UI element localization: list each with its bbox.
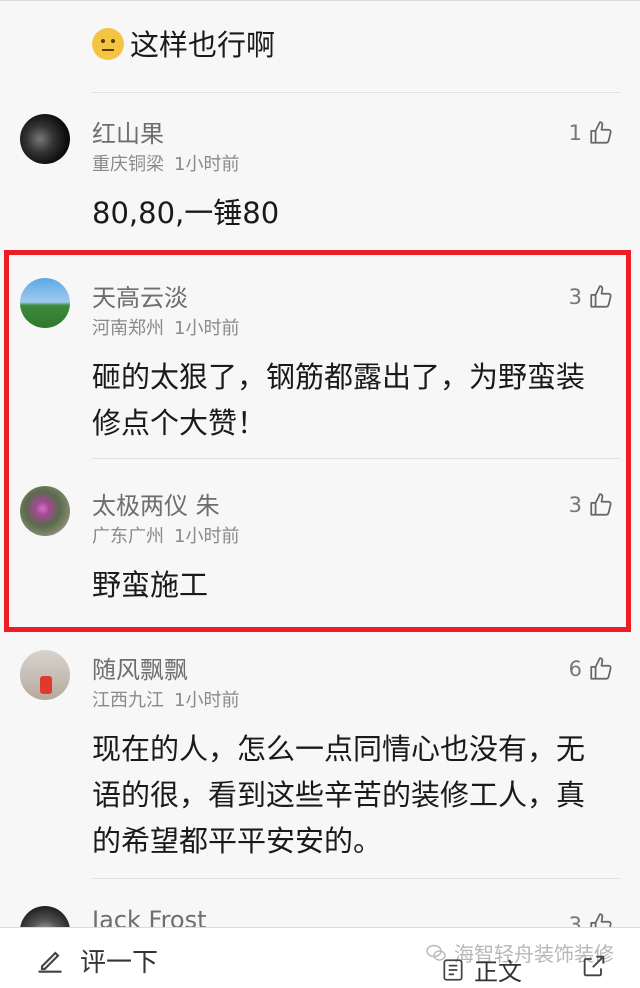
thumbs-up-icon <box>590 285 612 308</box>
thumbs-up-icon <box>590 121 612 144</box>
avatar[interactable] <box>20 278 70 328</box>
thumbs-up-icon <box>590 493 612 516</box>
comment-time: 1小时前 <box>174 154 240 175</box>
like-button[interactable]: 1 <box>569 120 614 146</box>
comment-meta: 广东广州 1小时前 <box>92 522 239 548</box>
compose-label: 评一下 <box>80 948 159 978</box>
avatar[interactable] <box>20 114 70 164</box>
like-count: 6 <box>568 657 582 681</box>
like-count: 3 <box>568 493 582 517</box>
like-count: 1 <box>568 121 582 145</box>
comment-location: 重庆铜梁 <box>92 154 164 175</box>
comment-location: 广东广州 <box>92 526 164 547</box>
article-label: 正文 <box>474 958 522 986</box>
like-count: 3 <box>568 285 582 309</box>
share-button[interactable] <box>580 952 608 984</box>
like-button[interactable]: 3 <box>569 492 614 518</box>
like-button[interactable]: 3 <box>569 284 614 310</box>
comment-body: 现在的人，怎么一点同情心也没有，无语的很，看到这些辛苦的装修工人，真的希望都平平… <box>92 732 586 858</box>
thumbs-up-icon <box>590 657 612 680</box>
comment-username[interactable]: 天高云淡 <box>92 278 188 313</box>
bottom-toolbar: 评一下 海智轻舟装饰装修 正文 <box>0 927 640 988</box>
comment-time: 1小时前 <box>174 526 240 547</box>
comment-body: 80,80,一锤80 <box>92 196 280 230</box>
comment-username[interactable]: 太极两仪 朱 <box>92 486 220 521</box>
neutral-face-icon <box>92 28 124 60</box>
comment-time: 1小时前 <box>174 690 240 711</box>
compose-comment-button[interactable]: 评一下 <box>34 942 158 979</box>
comment-meta: 河南郑州 1小时前 <box>92 314 239 340</box>
avatar[interactable] <box>20 650 70 700</box>
comment-username[interactable]: 随风飘飘 <box>92 650 188 685</box>
comment-location: 江西九江 <box>92 690 164 711</box>
pencil-icon <box>38 950 62 973</box>
comment-body: 野蛮施工 <box>92 568 209 602</box>
avatar[interactable] <box>20 486 70 536</box>
previous-comment-text: 这样也行啊 <box>92 22 275 64</box>
comment-location: 河南郑州 <box>92 318 164 339</box>
comment-meta: 江西九江 1小时前 <box>92 686 239 712</box>
comment-meta: 重庆铜梁 1小时前 <box>92 150 239 176</box>
share-icon <box>583 955 605 977</box>
top-divider <box>0 0 640 1</box>
comment-body: 砸的太狠了，钢筋都露出了，为野蛮装修点个大赞！ <box>92 360 586 440</box>
article-button[interactable]: 正文 <box>440 952 522 987</box>
comment-username[interactable]: 红山果 <box>92 114 164 149</box>
comment-divider <box>92 878 620 879</box>
comment-divider <box>92 92 620 93</box>
comment-divider <box>92 458 620 459</box>
like-button[interactable]: 6 <box>569 656 614 682</box>
document-icon <box>443 958 463 981</box>
comment-time: 1小时前 <box>174 318 240 339</box>
